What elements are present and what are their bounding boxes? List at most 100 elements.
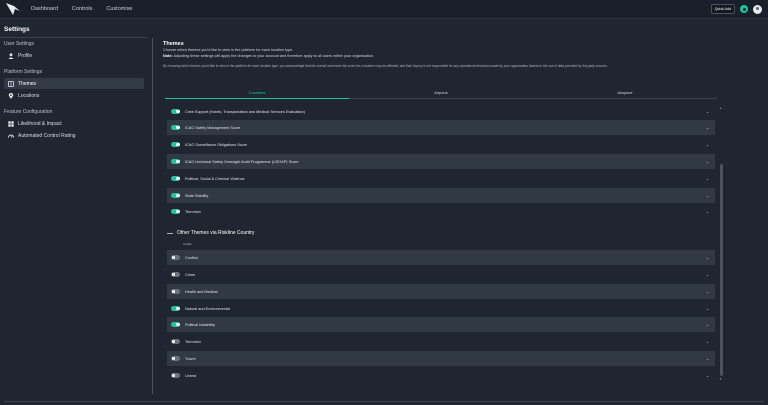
chevron-down-icon[interactable]: ⌄ (705, 356, 710, 361)
theme-toggle[interactable] (171, 272, 180, 277)
note-label: Note: (163, 54, 173, 58)
theme-label: Health and Medical (185, 289, 218, 294)
chevron-down-icon[interactable]: ⌄ (705, 142, 710, 147)
sidebar-item-locations[interactable]: Locations (4, 90, 144, 101)
location-type-tabs: Countries Airports Airspace (165, 89, 717, 99)
theme-label: ICAO Surveillance Obligations Score (185, 142, 248, 147)
sidebar-divider (0, 37, 148, 38)
page-description: Choose which themes you'd like to view i… (163, 48, 294, 52)
chevron-down-icon[interactable]: ⌄ (705, 159, 710, 164)
chevron-down-icon[interactable]: ⌄ (705, 193, 710, 198)
theme-row[interactable]: Political, Social & Criminal Violence ⌄ (167, 171, 715, 186)
theme-label: Political Instability (185, 322, 215, 327)
chevron-down-icon[interactable]: ⌄ (705, 125, 710, 130)
theme-toggle[interactable] (171, 109, 180, 114)
section-platform-settings: Platform Settings (4, 69, 43, 75)
chevron-down-icon[interactable]: ⌄ (705, 176, 710, 181)
chevron-down-icon[interactable]: ⌄ (705, 322, 710, 327)
theme-row[interactable]: State Stability ⌄ (167, 188, 715, 203)
chevron-down-icon[interactable]: ⌄ (705, 109, 710, 114)
sidebar-title: Settings (4, 26, 30, 33)
theme-label: ICAO Safety Management Score (185, 125, 241, 130)
theme-row[interactable]: Terrorism ⌄ (167, 334, 715, 349)
theme-toggle[interactable] (171, 125, 180, 130)
themes-panel: Themes Choose which themes you'd like to… (152, 38, 722, 394)
theme-toggle[interactable] (171, 209, 180, 214)
tab-airports[interactable]: Airports (349, 89, 533, 98)
nav-dashboard[interactable]: Dashboard (31, 6, 58, 12)
footer-divider (4, 401, 764, 402)
chevron-down-icon[interactable]: ⌄ (705, 339, 710, 344)
nav-controls[interactable]: Controls (72, 6, 92, 12)
theme-row[interactable]: Crew Support (Hotels, Transportation and… (167, 104, 715, 119)
chevron-down-icon[interactable]: ⌄ (705, 272, 710, 277)
theme-row[interactable]: Health and Medical ⌄ (167, 284, 715, 299)
sidebar-item-label: Themes (18, 80, 37, 87)
theme-label: Travel (185, 356, 196, 361)
theme-toggle[interactable] (171, 255, 180, 260)
section-user-settings: User Settings (4, 41, 35, 47)
chevron-down-icon[interactable]: ⌄ (705, 289, 710, 294)
sidebar-item-label: Automated Control Rating (18, 132, 76, 139)
scrollbar-thumb[interactable] (719, 164, 723, 376)
theme-toggle[interactable] (171, 356, 180, 361)
osprey-logo-icon[interactable] (6, 3, 20, 15)
theme-label: ICAO Universal Safety Oversight Audit Pr… (185, 159, 299, 164)
collapse-icon[interactable] (167, 232, 173, 234)
theme-row[interactable]: Crime ⌄ (167, 267, 715, 282)
theme-row[interactable]: Conflict ⌄ (167, 250, 715, 265)
theme-row[interactable]: Terrorism ⌄ (167, 204, 715, 219)
theme-label: Crime (185, 272, 196, 277)
chevron-down-icon[interactable]: ⌄ (705, 209, 710, 214)
theme-toggle[interactable] (171, 339, 180, 344)
theme-toggle[interactable] (171, 142, 180, 147)
settings-sidebar: Settings User Settings Profile Platform … (0, 19, 148, 405)
sidebar-item-themes[interactable]: Themes (4, 78, 144, 89)
disclaimer-text: By choosing which themes you'd like to v… (163, 64, 608, 68)
chevron-down-icon[interactable]: ⌄ (705, 306, 710, 311)
theme-row[interactable]: Political Instability ⌄ (167, 317, 715, 332)
theme-row[interactable]: Natural and Environmental ⌄ (167, 301, 715, 316)
sidebar-item-profile[interactable]: Profile (4, 50, 144, 61)
scroll-down-icon[interactable]: ▼ (719, 377, 722, 381)
theme-row[interactable]: ICAO Safety Management Score ⌄ (167, 120, 715, 135)
settings-gear-icon[interactable] (740, 5, 748, 13)
chevron-down-icon[interactable]: ⌄ (705, 373, 710, 378)
theme-toggle[interactable] (171, 176, 180, 181)
grid-icon (8, 120, 14, 127)
theme-row[interactable]: ICAO Universal Safety Oversight Audit Pr… (167, 154, 715, 169)
theme-toggle[interactable] (171, 289, 180, 294)
theme-row[interactable]: Unrest ⌄ (167, 368, 715, 383)
theme-toggle[interactable] (171, 193, 180, 198)
theme-label: Political, Social & Criminal Violence (185, 176, 245, 181)
nav-customise[interactable]: Customise (106, 6, 132, 12)
tab-countries[interactable]: Countries (165, 89, 349, 99)
pin-icon (8, 92, 14, 99)
visible-column-label: Visible (183, 242, 192, 246)
theme-toggle[interactable] (171, 322, 180, 327)
section-feature-configuration: Feature Configuration (4, 109, 53, 115)
user-avatar[interactable] (753, 4, 762, 14)
other-themes-title: Other Themes via Riskline Country (177, 230, 255, 236)
chevron-down-icon[interactable]: ⌄ (705, 255, 710, 260)
top-right-actions: Quick Add (710, 4, 762, 14)
theme-row[interactable]: ICAO Surveillance Obligations Score ⌄ (167, 137, 715, 152)
note-text: Adjusting these settings will apply the … (172, 54, 375, 58)
other-themes-header[interactable]: Other Themes via Riskline Country (167, 230, 254, 236)
book-icon (8, 80, 14, 87)
person-icon (8, 52, 14, 59)
sidebar-item-automated-control-rating[interactable]: Automated Control Rating (4, 130, 144, 141)
theme-label: State Stability (185, 193, 209, 198)
page-title: Themes (163, 41, 184, 47)
theme-row[interactable]: Travel ⌄ (167, 351, 715, 366)
theme-label: Terrorism (185, 209, 201, 214)
themes-scrollbar[interactable]: ▲ ▼ (719, 106, 723, 384)
scroll-up-icon[interactable]: ▲ (719, 106, 722, 110)
theme-toggle[interactable] (171, 306, 180, 311)
quick-add-button[interactable]: Quick Add (710, 4, 735, 14)
sidebar-item-likelihood-impact[interactable]: Likelihood & Impact (4, 118, 144, 129)
theme-toggle[interactable] (171, 373, 180, 378)
theme-label: Crew Support (Hotels, Transportation and… (185, 109, 305, 114)
tab-airspace[interactable]: Airspace (533, 89, 717, 98)
theme-toggle[interactable] (171, 159, 180, 164)
